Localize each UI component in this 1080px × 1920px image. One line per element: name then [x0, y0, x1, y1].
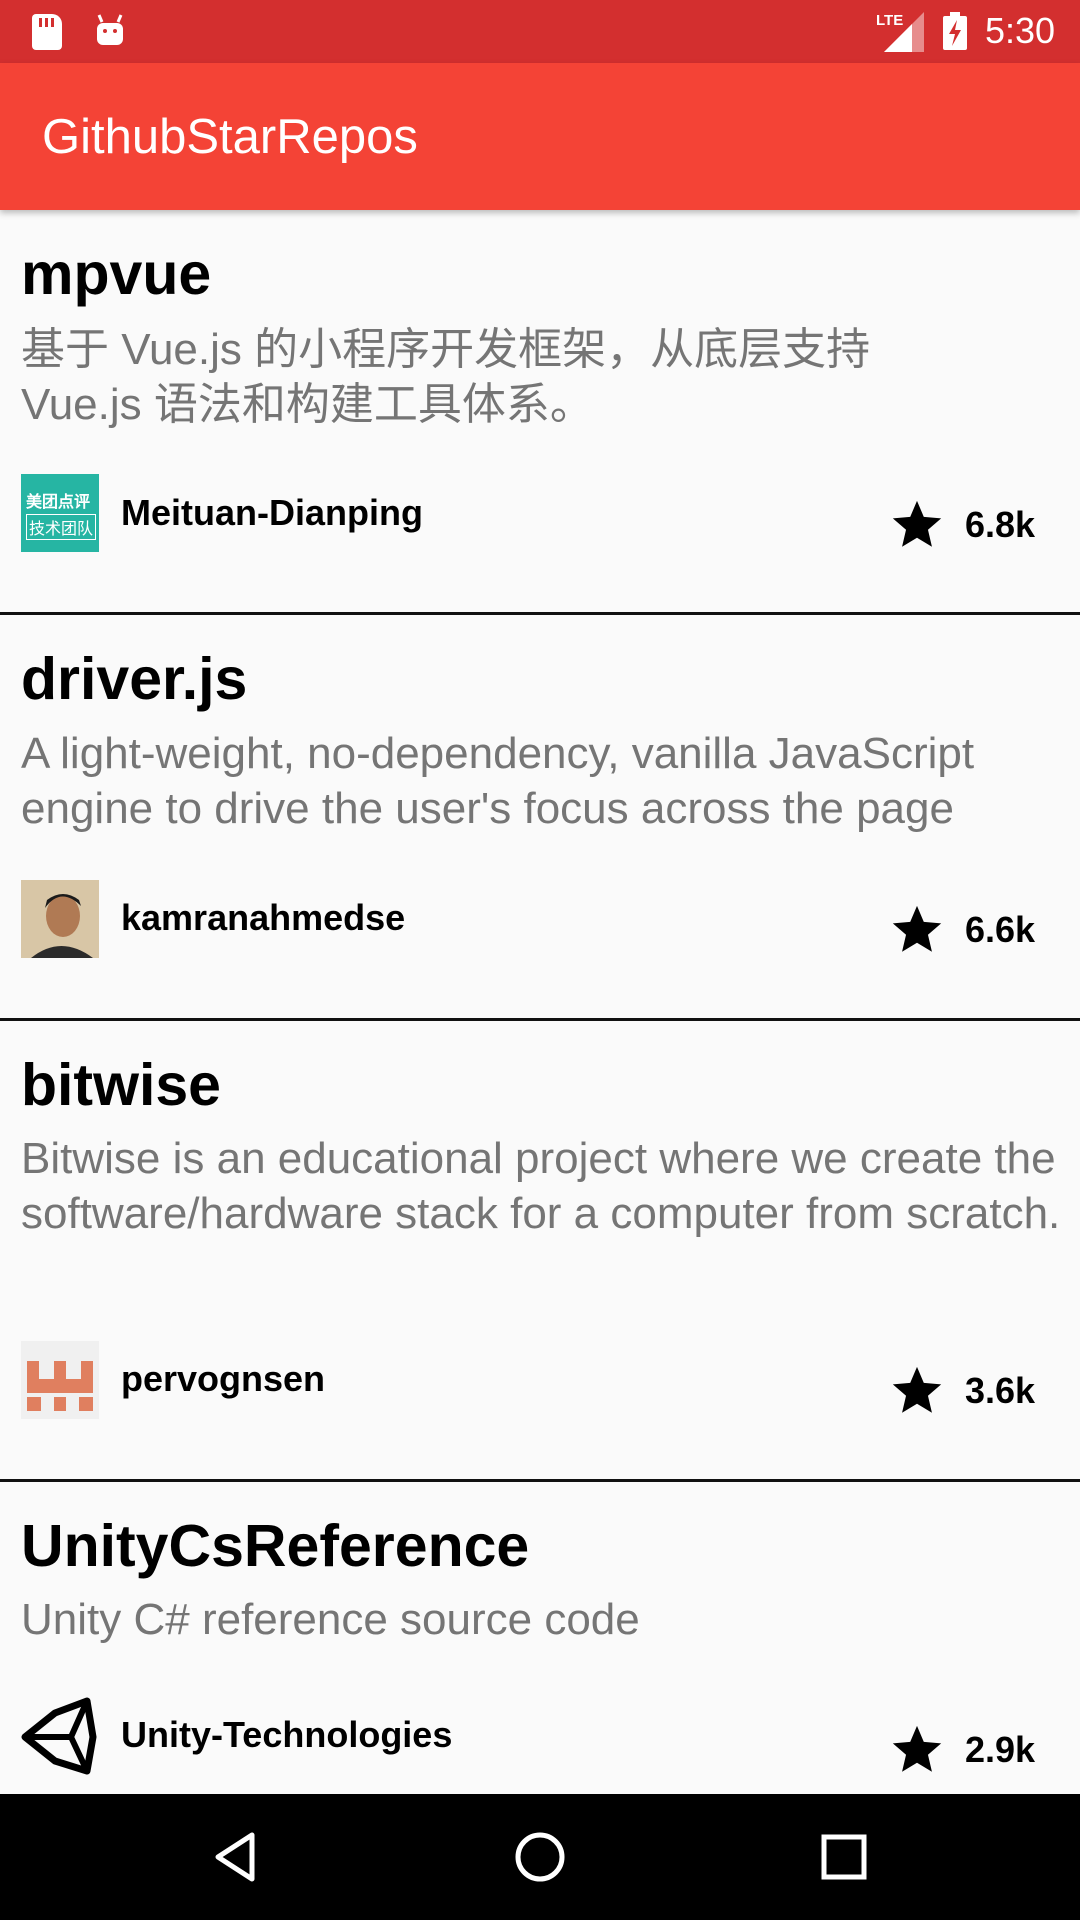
- app-title: GithubStarRepos: [42, 110, 418, 164]
- sd-card-icon: [32, 14, 62, 50]
- repo-name: driver.js: [21, 646, 248, 712]
- android-icon: [97, 14, 123, 45]
- repo-list[interactable]: mpvue 基于 Vue.js 的小程序开发框架，从底层支持 Vue.js 语法…: [0, 210, 1080, 1812]
- avatar-logo-line-2: 技术团队: [26, 514, 97, 540]
- owner-name[interactable]: pervognsen: [121, 1358, 325, 1400]
- unity-logo-icon: [21, 1697, 97, 1775]
- repo-description: 基于 Vue.js 的小程序开发框架，从底层支持 Vue.js 语法和构建工具体…: [21, 325, 871, 429]
- owner-avatar[interactable]: [21, 1341, 99, 1419]
- owner-avatar[interactable]: [21, 880, 99, 958]
- repo-description: Bitwise is an educational project where …: [21, 1134, 1061, 1238]
- star-count: 6.6k: [965, 909, 1036, 950]
- star-icon: [892, 905, 942, 952]
- repo-description: A light-weight, no-dependency, vanilla J…: [21, 729, 975, 833]
- owner-avatar[interactable]: [21, 1697, 99, 1775]
- star-count: 2.9k: [965, 1729, 1036, 1770]
- back-icon[interactable]: [206, 1827, 266, 1887]
- star-icon: [892, 500, 942, 547]
- repo-name: bitwise: [21, 1052, 221, 1118]
- status-clock: 5:30: [985, 10, 1056, 51]
- navigation-bar: [0, 1794, 1080, 1920]
- owner-name[interactable]: Meituan-Dianping: [121, 492, 423, 534]
- avatar-photo: [21, 880, 99, 958]
- repo-name: mpvue: [21, 241, 212, 307]
- status-bar: LTE 5:30: [0, 0, 1080, 63]
- identicon: [27, 1361, 93, 1411]
- star-icon: [892, 1725, 942, 1772]
- lte-label: LTE: [876, 12, 904, 29]
- repo-card[interactable]: UnityCsReference Unity C# reference sour…: [0, 1482, 1080, 1812]
- home-icon[interactable]: [510, 1827, 570, 1887]
- recents-icon[interactable]: [814, 1827, 874, 1887]
- owner-name[interactable]: Unity-Technologies: [121, 1714, 452, 1756]
- repo-card[interactable]: bitwise Bitwise is an educational projec…: [0, 1021, 1080, 1482]
- owner-avatar[interactable]: 美团点评 技术团队: [21, 474, 99, 552]
- repo-description: Unity C# reference source code: [21, 1595, 640, 1644]
- repo-card[interactable]: mpvue 基于 Vue.js 的小程序开发框架，从底层支持 Vue.js 语法…: [0, 210, 1080, 615]
- battery-charging-icon: [943, 12, 967, 50]
- star-count: 6.8k: [965, 504, 1036, 545]
- owner-name[interactable]: kamranahmedse: [121, 897, 405, 939]
- repo-name: UnityCsReference: [21, 1513, 530, 1579]
- star-icon: [892, 1366, 942, 1413]
- star-count: 3.6k: [965, 1370, 1036, 1411]
- avatar-logo-line-1: 美团点评: [26, 494, 91, 511]
- repo-card[interactable]: driver.js A light-weight, no-dependency,…: [0, 615, 1080, 1021]
- app-bar: GithubStarRepos: [0, 63, 1080, 210]
